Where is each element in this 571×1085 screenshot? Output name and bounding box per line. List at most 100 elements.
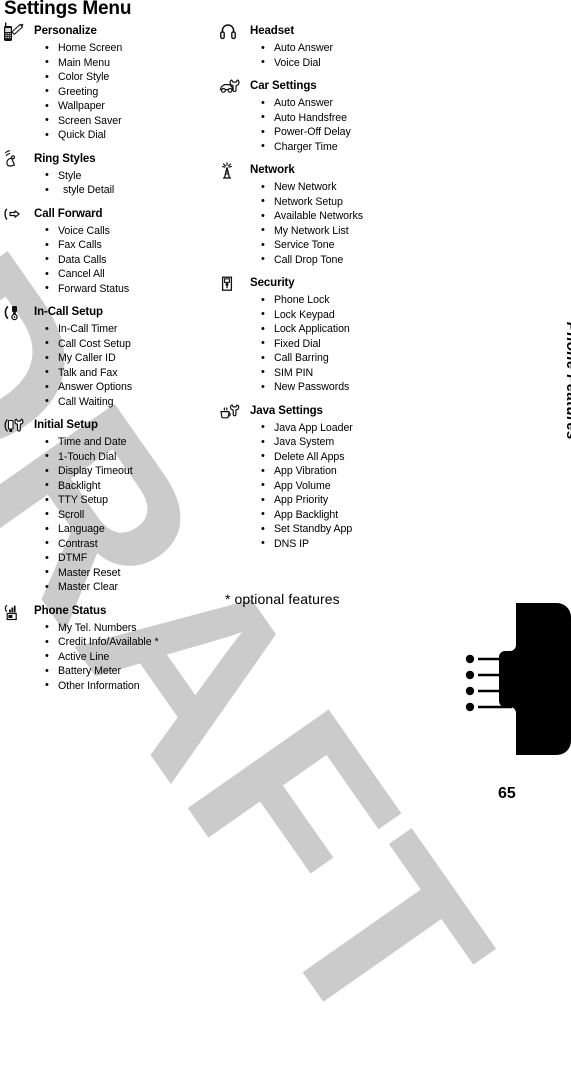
list-item[interactable]: Answer Options bbox=[45, 380, 214, 395]
list-item[interactable]: Greeting bbox=[45, 84, 214, 100]
group-title: Phone Status bbox=[34, 604, 107, 617]
section-tab-graphic bbox=[465, 603, 571, 755]
list-item[interactable]: style Detail bbox=[45, 183, 214, 198]
list-item[interactable]: App Priority bbox=[261, 493, 443, 508]
network-tower-icon bbox=[218, 161, 242, 181]
group-title: Personalize bbox=[34, 25, 97, 37]
list-item[interactable]: Charger Time bbox=[261, 139, 443, 155]
list-item[interactable]: Wallpaper bbox=[45, 99, 214, 114]
settings-group-phone-status: Phone Status My Tel. Numbers Credit Info… bbox=[2, 604, 214, 694]
list-item[interactable]: Auto Answer bbox=[261, 41, 443, 56]
list-item[interactable]: SIM PIN bbox=[261, 365, 443, 381]
list-item[interactable]: Power-Off Delay bbox=[261, 125, 443, 140]
group-item-list: In-Call Timer Call Cost Setup My Caller … bbox=[2, 322, 214, 409]
list-item[interactable]: Call Drop Tone bbox=[261, 252, 443, 268]
group-header: In-Call Setup bbox=[2, 305, 214, 322]
group-header: Security bbox=[218, 276, 443, 293]
tools-wrench-icon bbox=[2, 416, 26, 436]
list-item[interactable]: Fax Calls bbox=[45, 238, 214, 253]
group-header: Initial Setup bbox=[2, 418, 214, 435]
group-title: Initial Setup bbox=[34, 419, 98, 431]
java-cup-wrench-icon bbox=[218, 402, 242, 422]
list-item[interactable]: DNS IP bbox=[261, 536, 443, 552]
list-item[interactable]: Contrast bbox=[45, 536, 214, 552]
list-item[interactable]: Color Style bbox=[45, 70, 214, 85]
list-item[interactable]: Forward Status bbox=[45, 281, 214, 297]
list-item[interactable]: Style bbox=[45, 168, 214, 184]
group-header: Personalize bbox=[2, 22, 214, 41]
list-item[interactable]: Main Menu bbox=[45, 55, 214, 71]
list-item[interactable]: Voice Calls bbox=[45, 223, 214, 239]
group-title: Headset bbox=[250, 25, 295, 37]
list-item[interactable]: Delete All Apps bbox=[261, 449, 443, 465]
ringer-bell-icon bbox=[2, 149, 26, 170]
list-item[interactable]: Fixed Dial bbox=[261, 336, 443, 352]
list-item[interactable]: DTMF bbox=[45, 551, 214, 566]
list-item[interactable]: Call Barring bbox=[261, 351, 443, 366]
list-item[interactable]: Battery Meter bbox=[45, 664, 214, 679]
settings-group-headset: Headset Auto Answer Voice Dial bbox=[218, 24, 443, 70]
list-item[interactable]: Master Reset bbox=[45, 565, 214, 581]
list-item[interactable]: New Passwords bbox=[261, 380, 443, 395]
list-item[interactable]: Home Screen bbox=[45, 41, 214, 56]
list-item[interactable]: Backlight bbox=[45, 478, 214, 494]
list-item[interactable]: Screen Saver bbox=[45, 113, 214, 129]
settings-group-in-call-setup: In-Call Setup In-Call Timer Call Cost Se… bbox=[2, 305, 214, 409]
group-item-list: My Tel. Numbers Credit Info/Available * … bbox=[2, 620, 214, 694]
group-item-list: Phone Lock Lock Keypad Lock Application … bbox=[218, 293, 443, 395]
settings-group-initial-setup: Initial Setup Time and Date 1-Touch Dial… bbox=[2, 418, 214, 595]
list-item[interactable]: Set Standby App bbox=[261, 522, 443, 537]
list-item[interactable]: Data Calls bbox=[45, 252, 214, 268]
group-item-list: New Network Network Setup Available Netw… bbox=[218, 180, 443, 267]
list-item[interactable]: Lock Keypad bbox=[261, 307, 443, 323]
group-item-list: Style style Detail bbox=[2, 168, 214, 198]
settings-group-personalize: Personalize Home Screen Main Menu Color … bbox=[2, 22, 214, 143]
list-item[interactable]: App Vibration bbox=[261, 464, 443, 479]
group-header: Headset bbox=[218, 24, 443, 41]
car-wrench-icon bbox=[218, 77, 242, 97]
list-item[interactable]: Java System bbox=[261, 435, 443, 450]
group-header: Call Forward bbox=[2, 207, 214, 224]
list-item[interactable]: In-Call Timer bbox=[45, 322, 214, 337]
list-item[interactable]: Language bbox=[45, 522, 214, 537]
list-item[interactable]: App Volume bbox=[261, 478, 443, 494]
list-item[interactable]: My Network List bbox=[261, 223, 443, 239]
list-item[interactable]: Network Setup bbox=[261, 194, 443, 210]
list-item[interactable]: Voice Dial bbox=[261, 55, 443, 71]
list-item[interactable]: Scroll bbox=[45, 507, 214, 523]
group-item-list: Voice Calls Fax Calls Data Calls Cancel … bbox=[2, 223, 214, 297]
list-item[interactable]: Other Information bbox=[45, 678, 214, 694]
group-title: Network bbox=[250, 164, 295, 176]
list-item[interactable]: Service Tone bbox=[261, 238, 443, 253]
list-item[interactable]: Call Cost Setup bbox=[45, 336, 214, 352]
list-item[interactable]: Cancel All bbox=[45, 267, 214, 282]
list-item[interactable]: Lock Application bbox=[261, 322, 443, 337]
group-header: Java Settings bbox=[218, 402, 443, 422]
list-item[interactable]: Master Clear bbox=[45, 580, 214, 595]
list-item[interactable]: Auto Answer bbox=[261, 96, 443, 111]
list-item[interactable]: My Caller ID bbox=[45, 351, 214, 366]
group-item-list: Home Screen Main Menu Color Style Greeti… bbox=[2, 41, 214, 143]
list-item[interactable]: App Backlight bbox=[261, 507, 443, 523]
list-item[interactable]: Auto Handsfree bbox=[261, 110, 443, 126]
list-item[interactable]: Phone Lock bbox=[261, 293, 443, 308]
settings-column-left: Personalize Home Screen Main Menu Color … bbox=[2, 22, 214, 702]
list-item[interactable]: New Network bbox=[261, 180, 443, 195]
signal-battery-icon bbox=[2, 602, 26, 622]
group-item-list: Auto Answer Auto Handsfree Power-Off Del… bbox=[218, 96, 443, 154]
list-item[interactable]: 1-Touch Dial bbox=[45, 449, 214, 465]
list-item[interactable]: Java App Loader bbox=[261, 420, 443, 436]
list-item[interactable]: Talk and Fax bbox=[45, 365, 214, 381]
list-item[interactable]: Quick Dial bbox=[45, 128, 214, 143]
list-item[interactable]: Call Waiting bbox=[45, 394, 214, 410]
list-item[interactable]: Time and Date bbox=[45, 435, 214, 450]
list-item[interactable]: My Tel. Numbers bbox=[45, 620, 214, 636]
list-item[interactable]: Credit Info/Available * bbox=[45, 635, 214, 650]
list-item[interactable]: Available Networks bbox=[261, 209, 443, 224]
list-item[interactable]: TTY Setup bbox=[45, 493, 214, 508]
settings-group-car-settings: Car Settings Auto Answer Auto Handsfree … bbox=[218, 79, 443, 154]
list-item[interactable]: Active Line bbox=[45, 649, 214, 665]
group-item-list: Time and Date 1-Touch Dial Display Timeo… bbox=[2, 435, 214, 595]
list-item[interactable]: Display Timeout bbox=[45, 464, 214, 479]
settings-group-ring-styles: Ring Styles Style style Detail bbox=[2, 149, 214, 198]
